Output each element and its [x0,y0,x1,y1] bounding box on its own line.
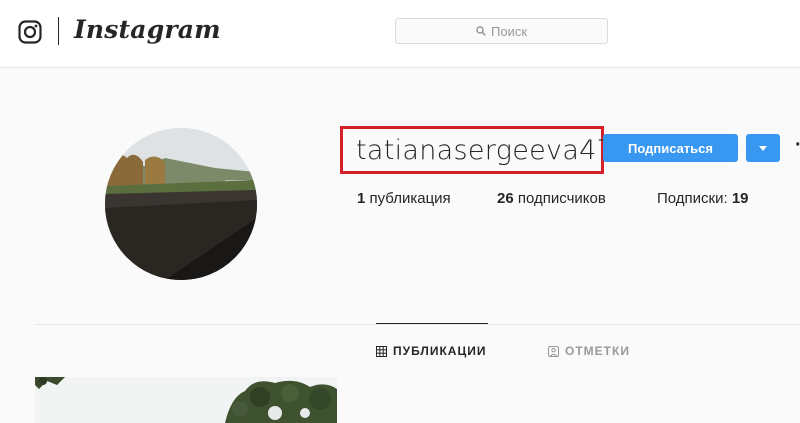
logo-divider [58,17,59,45]
post-thumbnail[interactable] [35,377,337,423]
posts-count: 1 [357,190,366,207]
profile-avatar[interactable] [105,128,257,280]
posts-label: публикация [369,190,451,207]
instagram-wordmark[interactable]: Instagram [74,15,221,44]
following-stat[interactable]: Подписки: 19 [657,190,749,207]
tag-icon [548,345,559,357]
tab-tagged-label: ОТМЕТКИ [565,344,630,358]
post-photo [35,377,337,423]
tabs-divider [35,324,800,325]
tab-tagged[interactable]: ОТМЕТКИ [548,344,630,358]
profile-username: tatianasergeeva477 [356,135,632,166]
grid-icon [376,345,387,357]
active-tab-indicator [376,323,488,324]
followers-label: подписчиков [517,190,606,207]
followers-count: 26 [497,190,514,207]
followers-stat[interactable]: 26 подписчиков [497,190,606,207]
caret-down-icon [759,145,767,151]
more-options-icon[interactable]: · [795,135,800,155]
search-input[interactable]: Поиск [395,18,608,44]
tab-posts-label: ПУБЛИКАЦИИ [393,344,487,358]
top-navbar: Instagram Поиск [0,0,800,68]
tab-posts[interactable]: ПУБЛИКАЦИИ [376,344,486,358]
search-icon [476,26,486,36]
following-label: Подписки: [657,190,728,207]
follow-button[interactable]: Подписаться [603,134,738,162]
following-count: 19 [731,190,749,207]
search-placeholder: Поиск [490,23,528,39]
instagram-camera-icon[interactable] [18,20,42,44]
posts-stat: 1 публикация [357,190,451,207]
avatar-photo [105,128,257,280]
suggestions-dropdown-button[interactable] [746,134,780,162]
